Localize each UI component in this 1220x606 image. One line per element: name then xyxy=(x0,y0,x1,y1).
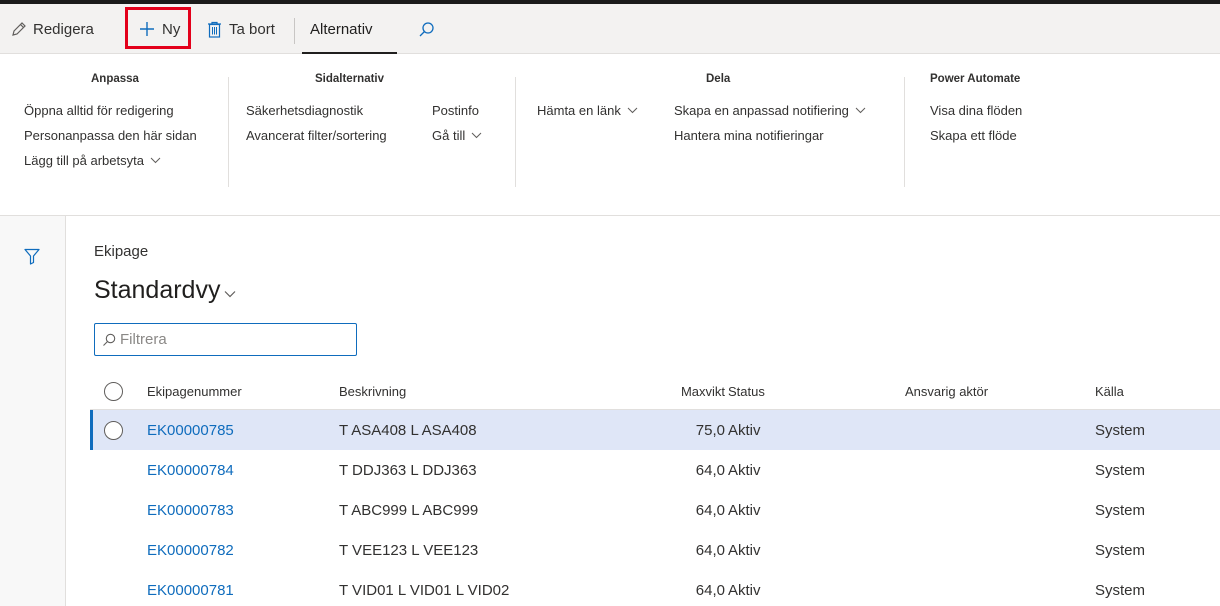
records-grid: Ekipagenummer Beskrivning Maxvikt Status… xyxy=(90,373,1220,606)
group-title-customize: Anpassa xyxy=(91,73,139,85)
cell-status: Aktiv xyxy=(728,501,761,519)
ribbon-item-personalize-page[interactable]: Personanpassa den här sidan xyxy=(24,128,197,143)
delete-button-label: Ta bort xyxy=(229,20,275,38)
main-content: Ekipage Standardvy Ekipagenummer Beskriv… xyxy=(67,216,1220,606)
ribbon-item-security-diagnostics[interactable]: Säkerhetsdiagnostik xyxy=(246,103,363,118)
left-filter-pane xyxy=(0,216,66,606)
action-bar: Redigera Ny Ta bort Alternativ xyxy=(0,4,1220,54)
ribbon-item-add-to-workspace[interactable]: Lägg till på arbetsyta xyxy=(24,153,161,168)
record-number-link[interactable]: EK00000784 xyxy=(147,450,234,490)
ribbon-item-create-flow[interactable]: Skapa ett flöde xyxy=(930,128,1017,143)
ribbon-item-view-flows[interactable]: Visa dina flöden xyxy=(930,103,1022,118)
row-select-checkbox[interactable] xyxy=(104,410,126,450)
edit-button[interactable]: Redigera xyxy=(10,8,94,50)
column-header-status[interactable]: Status xyxy=(728,373,765,409)
actionbar-separator xyxy=(294,18,295,44)
active-tab-indicator xyxy=(302,52,397,54)
chevron-down-icon xyxy=(471,132,482,139)
page-caption: Ekipage xyxy=(94,243,149,260)
cell-maxweight: 64,0 xyxy=(695,541,725,559)
view-selector[interactable]: Standardvy xyxy=(94,276,236,305)
column-header-number[interactable]: Ekipagenummer xyxy=(147,373,242,409)
table-row[interactable]: EK00000781 T VID01 L VID01 L VID02 64,0 … xyxy=(90,570,1220,606)
highlight-annotation-box xyxy=(125,7,191,49)
cell-maxweight: 75,0 xyxy=(695,421,725,439)
record-number-link[interactable]: EK00000785 xyxy=(147,410,234,450)
cell-description: T DDJ363 L DDJ363 xyxy=(339,461,477,479)
cell-source: System xyxy=(1095,461,1146,479)
ribbon-item-record-info[interactable]: Postinfo xyxy=(432,103,479,118)
trash-icon xyxy=(208,21,221,38)
column-header-responsible[interactable]: Ansvarig aktör xyxy=(905,373,988,409)
table-row[interactable]: EK00000785 T ASA408 L ASA408 75,0 Aktiv … xyxy=(90,410,1220,450)
edit-button-label: Redigera xyxy=(33,20,94,38)
group-title-share: Dela xyxy=(706,73,731,85)
cell-source: System xyxy=(1095,541,1146,559)
table-row[interactable]: EK00000782 T VEE123 L VEE123 64,0 Aktiv … xyxy=(90,530,1220,570)
options-ribbon: Anpassa Öppna alltid för redigering Pers… xyxy=(0,55,1220,216)
ribbon-item-always-open-edit[interactable]: Öppna alltid för redigering xyxy=(24,103,174,118)
search-button[interactable] xyxy=(418,8,435,50)
ribbon-item-get-link[interactable]: Hämta en länk xyxy=(537,103,638,118)
group-title-power-automate: Power Automate xyxy=(930,73,1021,85)
record-number-link[interactable]: EK00000783 xyxy=(147,490,234,530)
cell-status: Aktiv xyxy=(728,541,761,559)
cell-status: Aktiv xyxy=(728,461,761,479)
record-number-link[interactable]: EK00000781 xyxy=(147,570,234,606)
ribbon-separator xyxy=(904,77,905,187)
cell-description: T ABC999 L ABC999 xyxy=(339,501,479,519)
cell-description: T ASA408 L ASA408 xyxy=(339,421,477,439)
ribbon-item-create-custom-alert-label: Skapa en anpassad notifiering xyxy=(674,103,849,118)
cell-status: Aktiv xyxy=(728,421,761,439)
select-all-radio xyxy=(104,381,123,401)
ribbon-separator xyxy=(228,77,229,187)
cell-description: T VID01 L VID01 L VID02 xyxy=(339,581,510,599)
group-title-page-options: Sidalternativ xyxy=(315,73,385,85)
column-header-source[interactable]: Källa xyxy=(1095,373,1124,409)
chevron-down-icon xyxy=(150,157,161,164)
row-select-radio xyxy=(104,420,123,440)
search-icon xyxy=(419,21,434,36)
cell-status: Aktiv xyxy=(728,581,761,599)
column-header-description[interactable]: Beskrivning xyxy=(339,373,406,409)
tab-alternativ-label: Alternativ xyxy=(310,20,373,38)
ribbon-item-go-to[interactable]: Gå till xyxy=(432,128,482,143)
grid-header-row: Ekipagenummer Beskrivning Maxvikt Status… xyxy=(90,373,1220,410)
cell-source: System xyxy=(1095,501,1146,519)
filter-input[interactable] xyxy=(120,331,340,348)
chevron-down-icon xyxy=(855,107,866,114)
filter-icon[interactable] xyxy=(24,248,40,265)
table-row[interactable]: EK00000784 T DDJ363 L DDJ363 64,0 Aktiv … xyxy=(90,450,1220,490)
ribbon-item-get-link-label: Hämta en länk xyxy=(537,103,621,118)
cell-description: T VEE123 L VEE123 xyxy=(339,541,479,559)
cell-source: System xyxy=(1095,581,1146,599)
selected-row-indicator xyxy=(90,410,93,450)
column-header-maxweight[interactable]: Maxvikt xyxy=(620,373,725,409)
ribbon-separator xyxy=(515,77,516,187)
pencil-icon xyxy=(12,22,26,36)
cell-source: System xyxy=(1095,421,1146,439)
search-icon xyxy=(103,333,116,346)
cell-maxweight: 64,0 xyxy=(695,581,725,599)
filter-box[interactable] xyxy=(94,323,357,356)
tab-alternativ[interactable]: Alternativ xyxy=(310,8,373,50)
delete-button[interactable]: Ta bort xyxy=(207,8,275,50)
ribbon-item-add-to-workspace-label: Lägg till på arbetsyta xyxy=(24,153,144,168)
chevron-down-icon xyxy=(225,290,236,297)
select-all-checkbox[interactable] xyxy=(104,373,126,409)
ribbon-item-advanced-filter[interactable]: Avancerat filter/sortering xyxy=(246,128,387,143)
ribbon-item-manage-alerts[interactable]: Hantera mina notifieringar xyxy=(674,128,824,143)
table-row[interactable]: EK00000783 T ABC999 L ABC999 64,0 Aktiv … xyxy=(90,490,1220,530)
ribbon-item-create-custom-alert[interactable]: Skapa en anpassad notifiering xyxy=(674,103,866,118)
cell-maxweight: 64,0 xyxy=(695,501,725,519)
record-number-link[interactable]: EK00000782 xyxy=(147,530,234,570)
chevron-down-icon xyxy=(627,107,638,114)
view-name: Standardvy xyxy=(94,276,221,304)
cell-maxweight: 64,0 xyxy=(695,461,725,479)
ribbon-item-go-to-label: Gå till xyxy=(432,128,466,143)
